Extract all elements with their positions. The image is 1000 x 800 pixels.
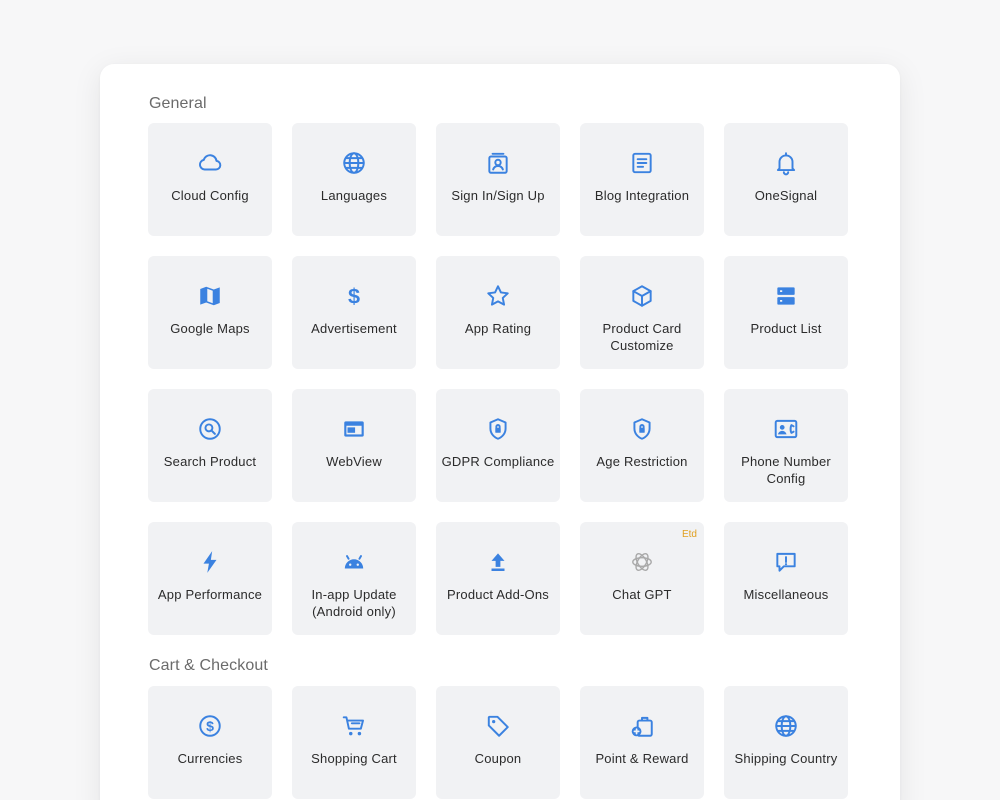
tile-label: Product Card Customize [602,321,682,353]
tile-app-performance[interactable]: App Performance [148,522,272,635]
tile-webview[interactable]: WebView [292,389,416,502]
tile-google-maps[interactable]: Google Maps [148,256,272,369]
bolt-icon [196,548,224,576]
tile-coupon[interactable]: Coupon [436,686,560,799]
tile-label: Shipping Country [734,751,838,766]
cart-grid: $ Currencies Shopping Cart Coupon Point & Re… [148,686,848,799]
tile-label: In-app Update (Android only) [311,587,397,619]
tile-label: Product Add-Ons [447,587,549,602]
list-icon [772,282,800,310]
contact-phone-icon [772,415,800,443]
tile-cloud-config[interactable]: Cloud Config [148,123,272,236]
globe-icon [340,149,368,177]
tile-languages[interactable]: Languages [292,123,416,236]
cloud-icon [196,149,224,177]
tile-label: App Rating [464,321,532,336]
tile-label: Currencies [177,751,243,766]
tile-age-restriction[interactable]: Age Restriction [580,389,704,502]
shield-lock-icon [628,415,656,443]
section-title-cart: Cart & Checkout [149,657,268,674]
bell-icon [772,149,800,177]
tile-chat-gpt[interactable]: Chat GPT Etd [580,522,704,635]
tile-in-app-update-android-only[interactable]: In-app Update (Android only) [292,522,416,635]
tile-label: Phone Number Config [741,454,831,486]
tile-phone-number-config[interactable]: Phone Number Config [724,389,848,502]
status-badge: Etd [681,529,697,540]
currency-icon: $ [196,712,224,740]
tag-icon [484,712,512,740]
android-icon [340,548,368,576]
tile-app-rating[interactable]: App Rating [436,256,560,369]
general-grid: Cloud Config Languages Sign In/Sign Up Blog… [148,123,848,635]
tile-label: WebView [326,454,382,469]
reward-icon [628,712,656,740]
tile-onesignal[interactable]: OneSignal [724,123,848,236]
svg-text:$: $ [206,718,214,734]
tile-product-card-customize[interactable]: Product Card Customize [580,256,704,369]
tile-label: Age Restriction [596,454,688,469]
dollar-icon: $ [340,282,368,310]
tile-label: GDPR Compliance [441,454,555,469]
tile-product-list[interactable]: Product List [724,256,848,369]
star-icon [484,282,512,310]
shield-lock-icon [484,415,512,443]
tile-label: Coupon [474,751,522,766]
tile-label: Languages [320,188,388,203]
tile-shopping-cart[interactable]: Shopping Cart [292,686,416,799]
cube-icon [628,282,656,310]
tile-label: Product List [750,321,822,336]
upload-icon [484,548,512,576]
user-card-icon [484,149,512,177]
tile-blog-integration[interactable]: Blog Integration [580,123,704,236]
search-icon [196,415,224,443]
tile-label: Shopping Cart [311,751,397,766]
tile-label: Miscellaneous [743,587,829,602]
tile-label: Google Maps [170,321,250,336]
cart-icon [340,712,368,740]
tile-label: Blog Integration [594,188,690,203]
svg-text:$: $ [348,284,360,309]
tile-label: Sign In/Sign Up [451,188,545,203]
tile-advertisement[interactable]: $ Advertisement [292,256,416,369]
tile-sign-in-sign-up[interactable]: Sign In/Sign Up [436,123,560,236]
tile-label: Chat GPT [612,587,672,602]
tile-label: Advertisement [311,321,397,336]
tile-miscellaneous[interactable]: Miscellaneous [724,522,848,635]
chatgpt-icon [628,548,656,576]
map-icon [196,282,224,310]
article-icon [628,149,656,177]
settings-panel: General Cloud Config Languages Sign In/Sig… [100,64,900,800]
tile-label: Point & Reward [595,751,689,766]
webview-icon [340,415,368,443]
tile-label: App Performance [157,587,263,602]
tile-label: Search Product [163,454,257,469]
alert-chat-icon [772,548,800,576]
tile-label: Cloud Config [171,188,249,203]
tile-label: OneSignal [754,188,818,203]
tile-currencies[interactable]: $ Currencies [148,686,272,799]
tile-search-product[interactable]: Search Product [148,389,272,502]
tile-shipping-country[interactable]: Shipping Country [724,686,848,799]
tile-point-reward[interactable]: Point & Reward [580,686,704,799]
section-title-general: General [149,95,207,112]
tile-product-add-ons[interactable]: Product Add-Ons [436,522,560,635]
tile-gdpr-compliance[interactable]: GDPR Compliance [436,389,560,502]
globe-icon [772,712,800,740]
